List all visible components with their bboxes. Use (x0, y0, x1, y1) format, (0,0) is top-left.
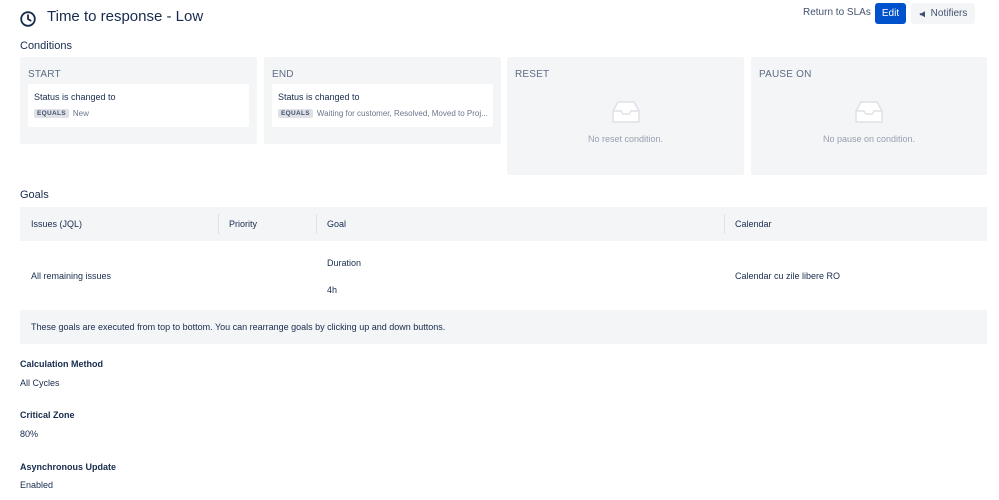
conditions-heading: Conditions (20, 40, 72, 52)
goals-heading: Goals (20, 189, 49, 201)
column-header-calendar: Calendar (735, 219, 772, 229)
calculation-method-value: All Cycles (20, 378, 60, 388)
column-header-priority: Priority (229, 219, 258, 229)
reset-condition-card: RESET No reset condition. (507, 57, 744, 175)
notifiers-button[interactable]: Notifiers (911, 3, 975, 24)
notifiers-label: Notifiers (930, 8, 968, 19)
megaphone-icon (919, 10, 925, 17)
column-header-issues: Issues (JQL) (31, 219, 83, 229)
goals-note-text: These goals are executed from top to bot… (31, 322, 446, 332)
page-title: Time to response - Low (47, 8, 204, 25)
reset-empty-text: No reset condition. (587, 134, 664, 144)
start-operator-badge: EQUALS (34, 109, 69, 118)
return-to-slas-button[interactable]: Return to SLAs (795, 3, 879, 23)
pause-condition-card: PAUSE ON No pause on condition. (751, 57, 987, 175)
clock-icon (20, 11, 36, 27)
end-condition-values: Waiting for customer, Resolved, Moved to… (316, 109, 487, 118)
async-update-value: Enabled (20, 480, 54, 490)
empty-inbox-icon (855, 101, 883, 123)
goal-issues-cell: All remaining issues (31, 271, 112, 281)
goals-note: These goals are executed from top to bot… (20, 310, 987, 344)
pause-card-title: PAUSE ON (759, 69, 812, 80)
start-condition-values: New (72, 109, 89, 118)
end-condition-text: Status is changed to (278, 92, 360, 102)
start-condition-text: Status is changed to (34, 92, 116, 102)
end-operator-badge: EQUALS (278, 109, 313, 118)
start-card-title: START (28, 69, 61, 80)
reset-card-title: RESET (515, 69, 550, 80)
async-update-label: Asynchronous Update (20, 462, 117, 472)
end-condition-card: END Status is changed to EQUALS Waiting … (264, 57, 501, 144)
edit-button[interactable]: Edit (875, 3, 906, 24)
empty-inbox-icon (611, 101, 640, 123)
critical-zone-label: Critical Zone (20, 410, 75, 420)
goal-calendar-cell: Calendar cu zile libere RO (735, 271, 841, 281)
column-header-goal: Goal (327, 219, 347, 229)
start-condition: Status is changed to EQUALS New (28, 84, 249, 127)
calculation-method-label: Calculation Method (20, 359, 103, 369)
start-condition-card: START Status is changed to EQUALS New (20, 57, 257, 144)
goals-table-header: Issues (JQL) Priority Goal Calendar (20, 207, 987, 241)
pause-empty-text: No pause on condition. (822, 134, 916, 144)
end-condition: Status is changed to EQUALS Waiting for … (272, 84, 493, 127)
goal-duration-value: 4h (327, 285, 338, 295)
end-card-title: END (272, 69, 294, 80)
goal-duration-label: Duration (327, 258, 362, 268)
critical-zone-value: 80% (20, 429, 39, 439)
